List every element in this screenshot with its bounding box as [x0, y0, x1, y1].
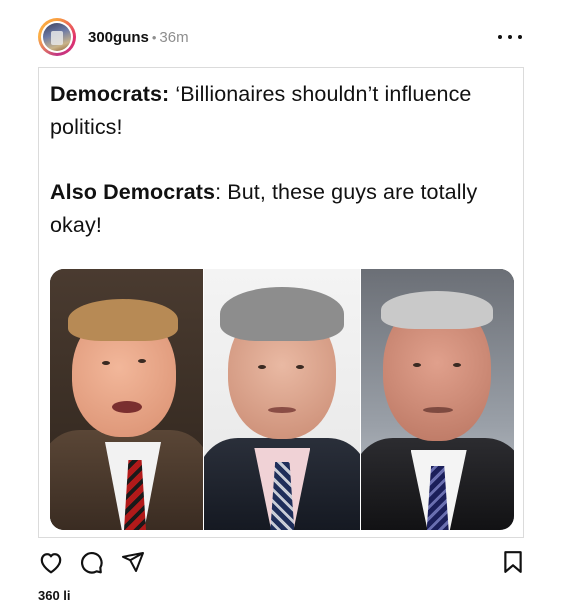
avatar-image [43, 23, 71, 51]
paper-plane-icon[interactable] [119, 548, 147, 576]
meme-label-also-democrats: Also Democrats [50, 180, 216, 204]
meme-label-democrats: Democrats: [50, 82, 170, 106]
meme-text: Democrats: ‘Billionaires shouldn’t influ… [50, 78, 516, 242]
photo-panel-middle [203, 269, 361, 530]
user-line: 300guns • 36m [88, 29, 189, 46]
meme-line-3: Also Democrats: But, these guys are tota… [50, 176, 516, 209]
bookmark-icon[interactable] [499, 548, 527, 576]
eye [102, 361, 110, 365]
mouth [422, 407, 453, 413]
meme-line-4: okay! [50, 213, 102, 237]
post-header: 300guns • 36m [38, 18, 528, 58]
photo-collage [50, 269, 514, 530]
hair [68, 299, 178, 341]
eye [138, 359, 146, 363]
photo-panel-left [50, 269, 204, 530]
mouth [112, 401, 142, 413]
post-media[interactable]: Democrats: ‘Billionaires shouldn’t influ… [38, 67, 524, 538]
meme-response: : But, these guys are totally [215, 180, 478, 204]
separator-dot: • [151, 30, 157, 45]
photo-panel-right [360, 269, 514, 530]
action-bar [37, 548, 527, 580]
meme-line-2: politics! [50, 115, 123, 139]
more-options-icon[interactable] [498, 28, 522, 46]
avatar[interactable] [38, 18, 76, 56]
eye [452, 363, 461, 367]
more-dot [498, 35, 502, 39]
meme-line-1: Democrats: ‘Billionaires shouldn’t influ… [50, 78, 516, 111]
more-dot [518, 35, 522, 39]
more-dot [508, 35, 512, 39]
heart-icon[interactable] [37, 548, 65, 576]
eye [412, 363, 421, 367]
hair [220, 287, 345, 341]
likes-count[interactable]: 360 li [38, 588, 71, 603]
hair [380, 291, 493, 329]
comment-bubble-icon[interactable] [77, 548, 105, 576]
username-link[interactable]: 300guns [88, 29, 149, 46]
post-time[interactable]: 36m [159, 29, 188, 46]
meme-quote: ‘Billionaires shouldn’t influence [169, 82, 472, 106]
